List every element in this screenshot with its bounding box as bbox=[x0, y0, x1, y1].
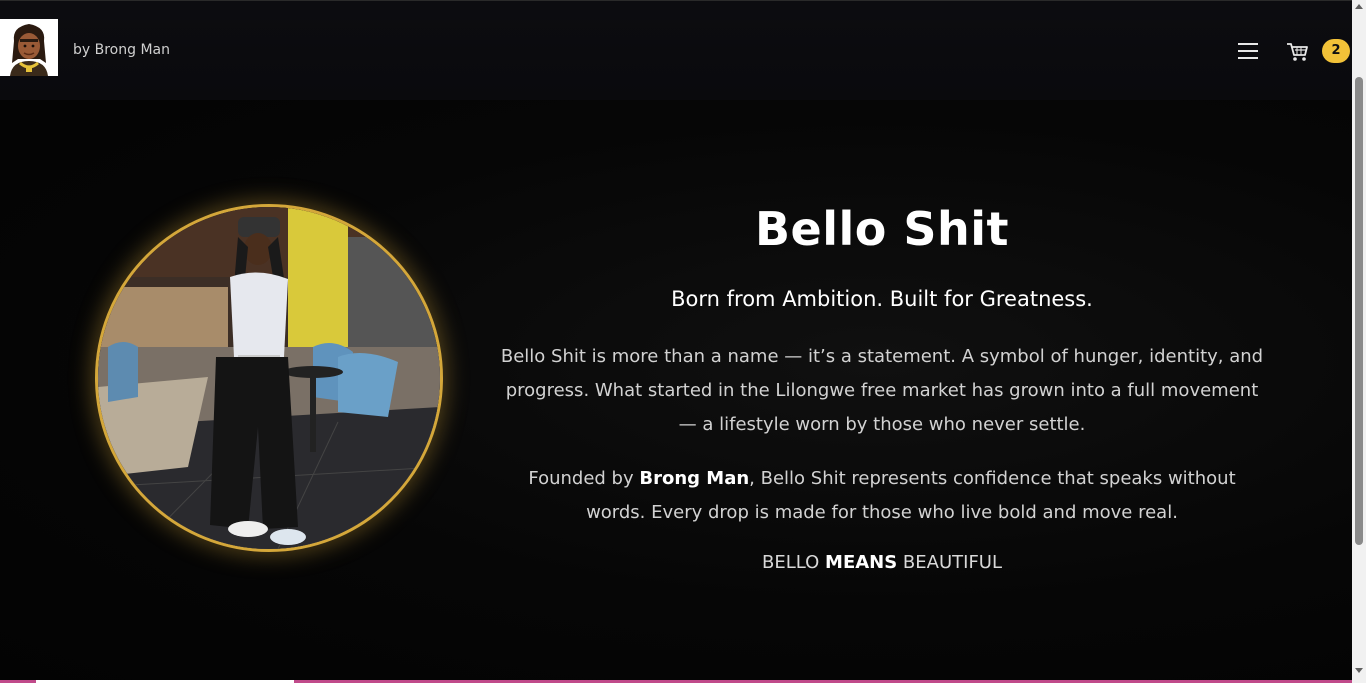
scroll-thumb[interactable] bbox=[1355, 77, 1363, 545]
site-header: by Brong Man 2 bbox=[0, 0, 1352, 100]
motto-bold: MEANS bbox=[825, 552, 898, 573]
founder-paragraph: Founded by Brong Man, Bello Shit represe… bbox=[500, 462, 1264, 530]
brand-motto: BELLO MEANS BEAUTIFUL bbox=[500, 552, 1264, 573]
brand-byline: by Brong Man bbox=[73, 42, 170, 58]
scroll-up-arrow-icon[interactable] bbox=[1355, 4, 1363, 9]
logo-avatar[interactable] bbox=[0, 19, 58, 76]
founder-photo-image bbox=[98, 207, 440, 549]
page: by Brong Man 2 Bello Shit Born from Ambi… bbox=[0, 0, 1366, 683]
tagline: Born from Ambition. Built for Greatness. bbox=[671, 287, 1093, 311]
cart-count-badge[interactable]: 2 bbox=[1322, 39, 1350, 63]
founder-photo bbox=[95, 204, 443, 552]
page-title: Bello Shit bbox=[754, 202, 1010, 256]
about-paragraph: Bello Shit is more than a name — it’s a … bbox=[500, 346, 1264, 435]
scroll-down-arrow-icon[interactable] bbox=[1355, 668, 1363, 673]
founder-name: Brong Man bbox=[639, 468, 750, 489]
motto-part-2: BEAUTIFUL bbox=[897, 552, 1002, 573]
motto-part-1: BELLO bbox=[762, 552, 826, 573]
cartoon-avatar-icon bbox=[0, 19, 58, 76]
vertical-scrollbar[interactable] bbox=[1352, 0, 1366, 683]
about-section: Bello Shit Born from Ambition. Built for… bbox=[0, 100, 1352, 680]
shopping-cart-icon[interactable] bbox=[1286, 41, 1310, 63]
founder-prefix: Founded by bbox=[528, 468, 640, 489]
hamburger-menu-icon[interactable] bbox=[1238, 41, 1258, 61]
